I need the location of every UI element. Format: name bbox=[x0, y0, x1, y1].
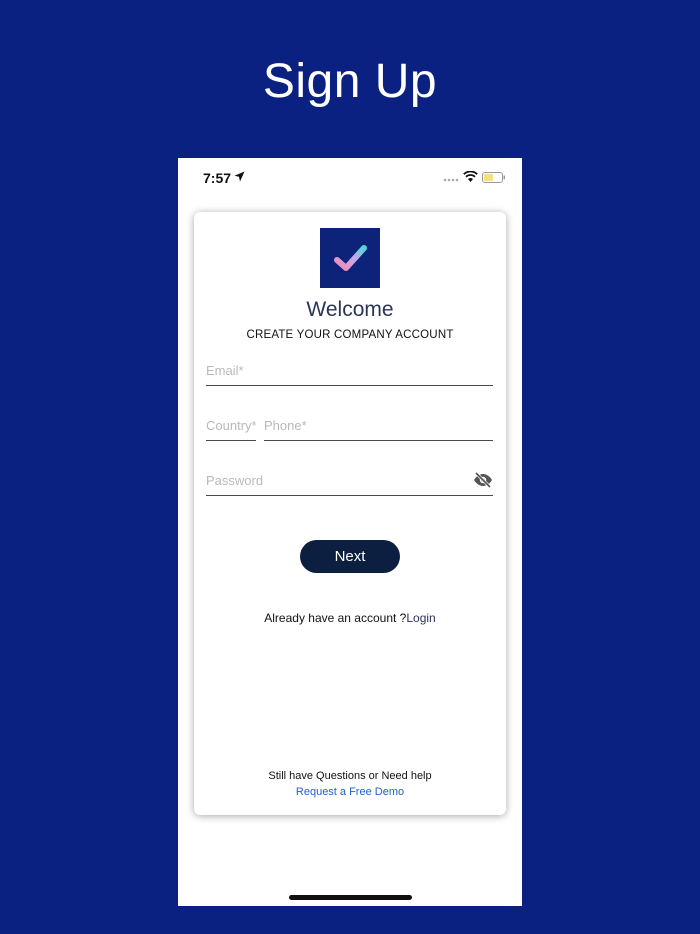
eye-off-icon[interactable] bbox=[473, 472, 493, 488]
home-indicator bbox=[289, 895, 412, 900]
login-link[interactable]: Login bbox=[406, 611, 435, 625]
location-arrow-icon bbox=[234, 171, 245, 182]
app-logo bbox=[320, 228, 380, 288]
status-bar: 7:57 bbox=[178, 158, 522, 196]
phone-field-wrapper bbox=[264, 415, 493, 441]
phone-screen: 7:57 Welcome CREATE YOUR COMPANY ACCOUNT… bbox=[178, 158, 522, 906]
help-text: Still have Questions or Need help bbox=[268, 770, 432, 782]
request-demo-link[interactable]: Request a Free Demo bbox=[194, 786, 506, 798]
country-field-wrapper bbox=[206, 415, 256, 441]
page-heading: Sign Up bbox=[262, 55, 438, 108]
account-prompt: Already have an account ? bbox=[264, 611, 407, 625]
login-row: Already have an account ?Login bbox=[194, 611, 506, 625]
checkmark-icon bbox=[334, 245, 367, 271]
subtitle: CREATE YOUR COMPANY ACCOUNT bbox=[246, 329, 454, 341]
email-field-wrapper bbox=[206, 360, 493, 386]
signal-icon bbox=[443, 178, 459, 182]
phone-field[interactable] bbox=[264, 415, 493, 435]
battery-icon bbox=[482, 172, 505, 183]
password-field[interactable] bbox=[206, 470, 456, 490]
status-time: 7:57 bbox=[203, 170, 232, 186]
password-field-wrapper bbox=[206, 470, 493, 496]
welcome-title: Welcome bbox=[306, 298, 394, 321]
wifi-icon bbox=[463, 171, 478, 182]
country-field[interactable] bbox=[206, 415, 256, 435]
next-button[interactable]: Next bbox=[300, 540, 400, 573]
email-field[interactable] bbox=[206, 360, 493, 380]
signup-card: Welcome CREATE YOUR COMPANY ACCOUNT Next… bbox=[194, 212, 506, 815]
